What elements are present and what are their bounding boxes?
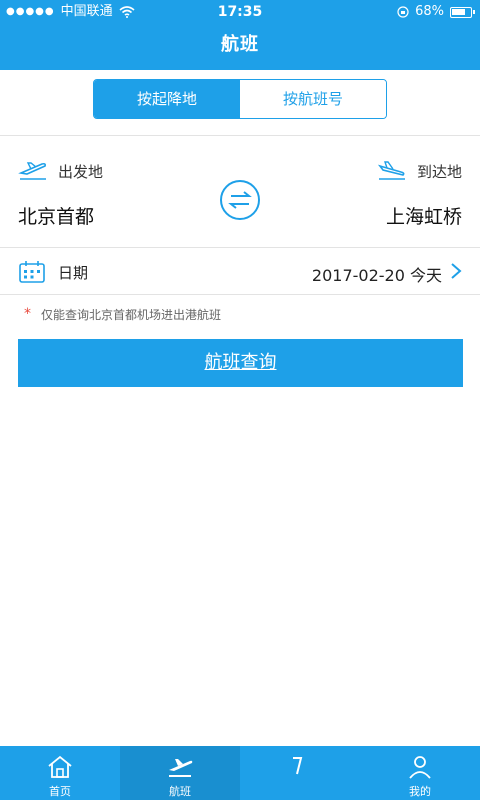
battery-icon (450, 6, 475, 18)
departure-label-row: 出发地 (18, 160, 103, 182)
arrival-label-row: 到达地 (377, 160, 462, 182)
status-bar: ●●●●● 中国联通 17:35 68% (0, 0, 480, 24)
notice-text: 仅能查询北京首都机场进出港航班 (41, 308, 222, 322)
tab-flights[interactable]: 航班 (120, 746, 240, 800)
divider (0, 294, 480, 295)
tab-service[interactable] (240, 746, 360, 800)
search-mode-segment: 按起降地 按航班号 (93, 79, 387, 119)
swap-icon (228, 191, 252, 209)
tab-by-flight-number[interactable]: 按航班号 (240, 80, 386, 118)
date-value: 2017-02-20 今天 (311, 266, 442, 285)
tab-home[interactable]: 首页 (0, 746, 120, 800)
plane-icon (169, 759, 193, 777)
departure-city[interactable]: 北京首都 (18, 202, 94, 229)
chevron-right-icon (451, 263, 462, 279)
flight-search-button[interactable]: 航班查询 (18, 339, 463, 387)
date-label: 日期 (58, 263, 89, 282)
tab-mine-label: 我的 (409, 785, 431, 798)
page-title: 航班 (221, 34, 259, 55)
swap-button[interactable] (220, 180, 260, 220)
user-icon (409, 756, 431, 779)
tab-mine[interactable]: 我的 (360, 746, 480, 800)
notice: * 仅能查询北京首都机场进出港航班 (24, 306, 221, 323)
home-icon (48, 755, 72, 778)
service-icon (293, 757, 303, 775)
divider (0, 135, 480, 136)
rotation-lock-icon (397, 6, 409, 18)
tab-by-route[interactable]: 按起降地 (94, 80, 240, 118)
calendar-icon (19, 261, 45, 283)
divider (0, 247, 480, 248)
arrival-label: 到达地 (416, 162, 462, 181)
takeoff-icon (18, 162, 46, 180)
arrival-city[interactable]: 上海虹桥 (386, 202, 462, 229)
date-row[interactable]: 日期 2017-02-20 今天 (0, 250, 480, 294)
landing-icon (377, 161, 405, 180)
departure-label: 出发地 (58, 162, 104, 181)
battery-percent: 68% (415, 4, 444, 19)
bottom-tab-bar: 首页 航班 我的 (0, 746, 480, 800)
tab-flights-label: 航班 (169, 785, 191, 798)
notice-star: * (24, 306, 31, 322)
tab-home-label: 首页 (49, 785, 71, 798)
top-bar: ●●●●● 中国联通 17:35 68% 航班 (0, 0, 480, 70)
